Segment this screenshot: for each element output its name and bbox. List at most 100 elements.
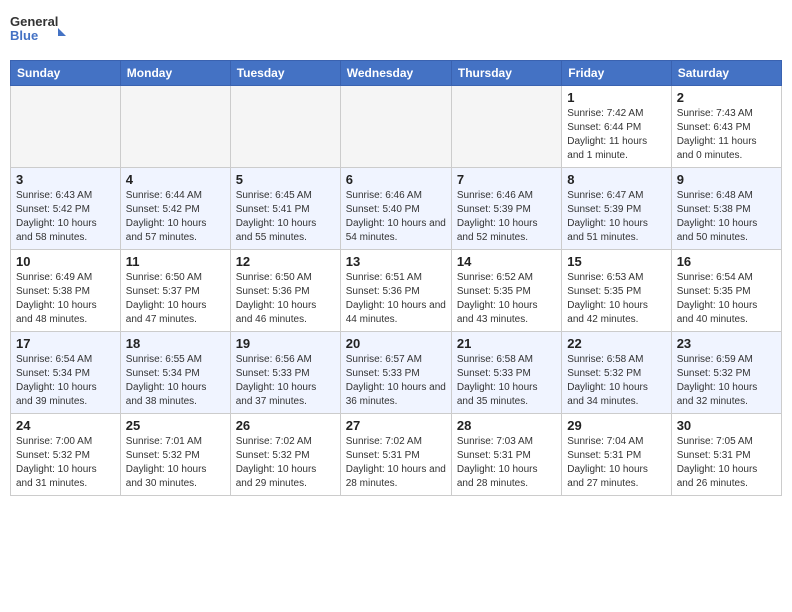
calendar-cell: 7 Sunrise: 6:46 AMSunset: 5:39 PMDaylight… — [451, 168, 561, 250]
calendar-week-2: 3 Sunrise: 6:43 AMSunset: 5:42 PMDaylight… — [11, 168, 782, 250]
day-number: 23 — [677, 336, 776, 351]
day-number: 24 — [16, 418, 115, 433]
day-number: 9 — [677, 172, 776, 187]
day-info: Sunrise: 6:53 AMSunset: 5:35 PMDaylight:… — [567, 271, 665, 327]
calendar-cell: 10 Sunrise: 6:49 AMSunset: 5:38 PMDayligh… — [11, 250, 121, 332]
day-info: Sunrise: 6:57 AMSunset: 5:33 PMDaylight:… — [346, 353, 446, 409]
day-number: 8 — [567, 172, 665, 187]
day-number: 11 — [126, 254, 225, 269]
calendar-week-1: 1 Sunrise: 7:42 AMSunset: 6:44 PMDaylight… — [11, 86, 782, 168]
day-number: 5 — [236, 172, 335, 187]
day-number: 26 — [236, 418, 335, 433]
day-info: Sunrise: 6:55 AMSunset: 5:34 PMDaylight:… — [126, 353, 225, 409]
calendar-cell: 26Sunrise: 7:02 AMSunset: 5:32 PMDayligh… — [230, 414, 340, 496]
calendar-cell: 28 Sunrise: 7:03 AMSunset: 5:31 PMDayligh… — [451, 414, 561, 496]
svg-text:Blue: Blue — [10, 28, 38, 43]
calendar-cell: 3 Sunrise: 6:43 AMSunset: 5:42 PMDaylight… — [11, 168, 121, 250]
weekday-header-saturday: Saturday — [671, 61, 781, 86]
calendar-cell — [230, 86, 340, 168]
logo-svg: General Blue — [10, 10, 70, 52]
calendar-cell: 9 Sunrise: 6:48 AMSunset: 5:38 PMDaylight… — [671, 168, 781, 250]
calendar-cell: 22 Sunrise: 6:58 AMSunset: 5:32 PMDayligh… — [562, 332, 671, 414]
weekday-header-thursday: Thursday — [451, 61, 561, 86]
day-number: 14 — [457, 254, 556, 269]
calendar-cell: 16 Sunrise: 6:54 AMSunset: 5:35 PMDayligh… — [671, 250, 781, 332]
day-info: Sunrise: 6:47 AMSunset: 5:39 PMDaylight:… — [567, 189, 665, 245]
day-number: 27 — [346, 418, 446, 433]
day-info: Sunrise: 6:58 AMSunset: 5:32 PMDaylight:… — [567, 353, 665, 409]
weekday-header-tuesday: Tuesday — [230, 61, 340, 86]
day-number: 18 — [126, 336, 225, 351]
day-info: Sunrise: 7:43 AMSunset: 6:43 PMDaylight:… — [677, 107, 776, 163]
calendar-cell: 27 Sunrise: 7:02 AMSunset: 5:31 PMDayligh… — [340, 414, 451, 496]
day-number: 15 — [567, 254, 665, 269]
calendar-cell: 19 Sunrise: 6:56 AMSunset: 5:33 PMDayligh… — [230, 332, 340, 414]
day-info: Sunrise: 6:50 AMSunset: 5:37 PMDaylight:… — [126, 271, 225, 327]
calendar-cell — [11, 86, 121, 168]
page-header: General Blue — [10, 10, 782, 52]
day-number: 21 — [457, 336, 556, 351]
weekday-header-monday: Monday — [120, 61, 230, 86]
calendar-cell: 2 Sunrise: 7:43 AMSunset: 6:43 PMDaylight… — [671, 86, 781, 168]
calendar-cell: 15 Sunrise: 6:53 AMSunset: 5:35 PMDayligh… — [562, 250, 671, 332]
day-info: Sunrise: 6:59 AMSunset: 5:32 PMDaylight:… — [677, 353, 776, 409]
day-number: 22 — [567, 336, 665, 351]
calendar-cell: 13 Sunrise: 6:51 AMSunset: 5:36 PMDayligh… — [340, 250, 451, 332]
day-info: Sunrise: 6:44 AMSunset: 5:42 PMDaylight:… — [126, 189, 225, 245]
day-info: Sunrise: 7:04 AMSunset: 5:31 PMDaylight:… — [567, 435, 665, 491]
calendar-cell: 5 Sunrise: 6:45 AMSunset: 5:41 PMDaylight… — [230, 168, 340, 250]
day-number: 20 — [346, 336, 446, 351]
day-info: Sunrise: 7:03 AMSunset: 5:31 PMDaylight:… — [457, 435, 556, 491]
day-number: 1 — [567, 90, 665, 105]
weekday-header-row: SundayMondayTuesdayWednesdayThursdayFrid… — [11, 61, 782, 86]
svg-text:General: General — [10, 14, 58, 29]
day-number: 30 — [677, 418, 776, 433]
day-number: 25 — [126, 418, 225, 433]
calendar-cell: 1 Sunrise: 7:42 AMSunset: 6:44 PMDaylight… — [562, 86, 671, 168]
logo: General Blue — [10, 10, 70, 52]
calendar-cell: 30 Sunrise: 7:05 AMSunset: 5:31 PMDayligh… — [671, 414, 781, 496]
day-number: 16 — [677, 254, 776, 269]
day-number: 28 — [457, 418, 556, 433]
day-info: Sunrise: 6:48 AMSunset: 5:38 PMDaylight:… — [677, 189, 776, 245]
day-number: 4 — [126, 172, 225, 187]
day-info: Sunrise: 6:50 AMSunset: 5:36 PMDaylight:… — [236, 271, 335, 327]
weekday-header-sunday: Sunday — [11, 61, 121, 86]
day-info: Sunrise: 6:56 AMSunset: 5:33 PMDaylight:… — [236, 353, 335, 409]
day-info: Sunrise: 7:05 AMSunset: 5:31 PMDaylight:… — [677, 435, 776, 491]
day-info: Sunrise: 6:46 AMSunset: 5:39 PMDaylight:… — [457, 189, 556, 245]
day-info: Sunrise: 7:02 AMSunset: 5:31 PMDaylight:… — [346, 435, 446, 491]
day-info: Sunrise: 6:54 AMSunset: 5:35 PMDaylight:… — [677, 271, 776, 327]
day-number: 19 — [236, 336, 335, 351]
day-number: 3 — [16, 172, 115, 187]
day-info: Sunrise: 6:54 AMSunset: 5:34 PMDaylight:… — [16, 353, 115, 409]
calendar-cell: 29Sunrise: 7:04 AMSunset: 5:31 PMDayligh… — [562, 414, 671, 496]
day-number: 10 — [16, 254, 115, 269]
day-info: Sunrise: 6:52 AMSunset: 5:35 PMDaylight:… — [457, 271, 556, 327]
day-number: 17 — [16, 336, 115, 351]
calendar-table: SundayMondayTuesdayWednesdayThursdayFrid… — [10, 60, 782, 496]
calendar-cell — [120, 86, 230, 168]
calendar-cell: 18 Sunrise: 6:55 AMSunset: 5:34 PMDayligh… — [120, 332, 230, 414]
calendar-cell: 23 Sunrise: 6:59 AMSunset: 5:32 PMDayligh… — [671, 332, 781, 414]
calendar-cell: 8 Sunrise: 6:47 AMSunset: 5:39 PMDaylight… — [562, 168, 671, 250]
weekday-header-friday: Friday — [562, 61, 671, 86]
calendar-cell: 4 Sunrise: 6:44 AMSunset: 5:42 PMDaylight… — [120, 168, 230, 250]
day-number: 2 — [677, 90, 776, 105]
day-info: Sunrise: 7:00 AMSunset: 5:32 PMDaylight:… — [16, 435, 115, 491]
day-info: Sunrise: 6:49 AMSunset: 5:38 PMDaylight:… — [16, 271, 115, 327]
calendar-week-5: 24 Sunrise: 7:00 AMSunset: 5:32 PMDayligh… — [11, 414, 782, 496]
day-number: 13 — [346, 254, 446, 269]
day-info: Sunrise: 6:43 AMSunset: 5:42 PMDaylight:… — [16, 189, 115, 245]
day-info: Sunrise: 6:45 AMSunset: 5:41 PMDaylight:… — [236, 189, 335, 245]
calendar-cell: 11 Sunrise: 6:50 AMSunset: 5:37 PMDayligh… — [120, 250, 230, 332]
day-info: Sunrise: 6:46 AMSunset: 5:40 PMDaylight:… — [346, 189, 446, 245]
day-info: Sunrise: 7:42 AMSunset: 6:44 PMDaylight:… — [567, 107, 665, 163]
calendar-cell: 20 Sunrise: 6:57 AMSunset: 5:33 PMDayligh… — [340, 332, 451, 414]
day-info: Sunrise: 6:51 AMSunset: 5:36 PMDaylight:… — [346, 271, 446, 327]
calendar-cell: 17 Sunrise: 6:54 AMSunset: 5:34 PMDayligh… — [11, 332, 121, 414]
day-number: 12 — [236, 254, 335, 269]
weekday-header-wednesday: Wednesday — [340, 61, 451, 86]
calendar-cell: 6Sunrise: 6:46 AMSunset: 5:40 PMDaylight… — [340, 168, 451, 250]
day-number: 7 — [457, 172, 556, 187]
